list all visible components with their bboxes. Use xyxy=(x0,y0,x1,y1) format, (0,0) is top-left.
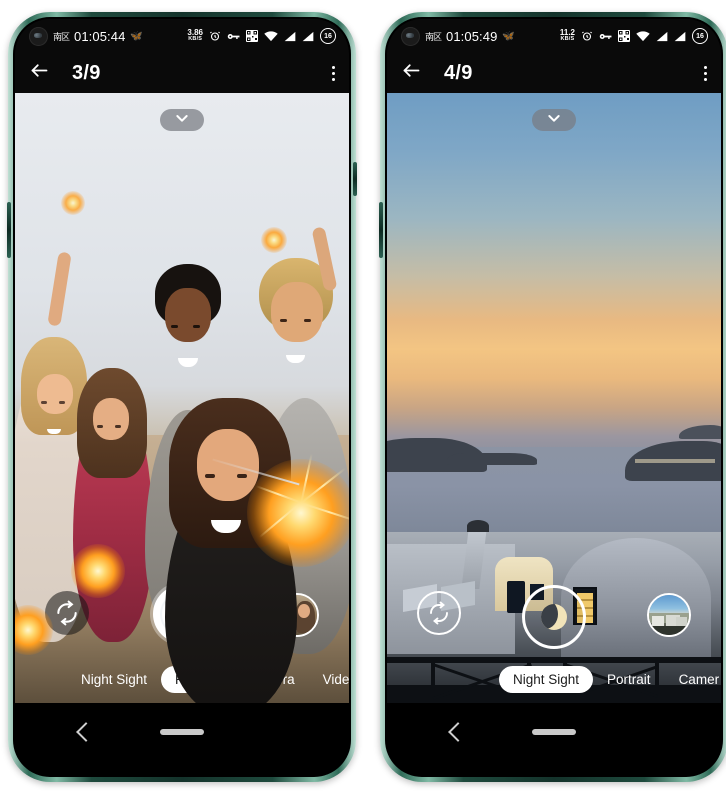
page-title: 3/9 xyxy=(72,61,101,84)
expand-chevron-button[interactable] xyxy=(532,109,576,131)
chevron-down-icon xyxy=(174,110,190,131)
phone-device-left: 南区 01:05:44 🦋 3.86 KB/S 16 3/9 Night Sig… xyxy=(7,12,357,782)
mode-night-sight[interactable]: Night Sight xyxy=(499,665,594,693)
front-camera-punch-hole xyxy=(401,26,420,46)
status-bar-icons-group: 3.86 KB/S 16 xyxy=(187,28,336,44)
mode-camera[interactable]: Camer xyxy=(665,666,721,693)
phone-bezel-right: 南区 01:05:49 🦋 11.2 KB/S 16 4/9 Night Sig… xyxy=(385,17,723,777)
signal-sim1-icon xyxy=(284,31,296,42)
bird-icon: 🦋 xyxy=(130,30,143,42)
home-pill-indicator[interactable] xyxy=(532,729,576,735)
qr-code-icon xyxy=(246,30,258,42)
app-bar-left: 3/9 xyxy=(15,53,349,93)
network-speed-indicator: 3.86 KB/S xyxy=(187,29,203,43)
volume-button-right[interactable] xyxy=(379,202,383,258)
back-arrow-icon[interactable] xyxy=(29,60,50,86)
home-pill-indicator[interactable] xyxy=(160,729,204,735)
vpn-key-icon xyxy=(599,31,612,42)
phone-bezel-left: 南区 01:05:44 🦋 3.86 KB/S 16 3/9 Night Sig… xyxy=(13,17,351,777)
app-bar-right: 4/9 xyxy=(387,53,721,93)
status-bar-clock: 01:05:49 xyxy=(446,28,498,44)
system-nav-bar-left xyxy=(15,703,349,775)
night-sight-moon-icon xyxy=(541,604,567,630)
status-bar-left: 南区 01:05:44 🦋 3.86 KB/S 16 xyxy=(15,19,349,53)
camera-viewfinder-left[interactable]: Night Sight Portrait Camera Video xyxy=(15,93,349,703)
camera-viewfinder-right[interactable]: Night Sight Portrait Camer xyxy=(387,93,721,703)
shutter-button[interactable] xyxy=(522,585,586,649)
signal-sim1-icon xyxy=(656,31,668,42)
mode-portrait[interactable]: Portrait xyxy=(593,666,665,693)
expand-chevron-button[interactable] xyxy=(160,109,204,131)
nav-back-icon[interactable] xyxy=(76,722,96,742)
battery-percent-badge: 16 xyxy=(692,28,708,44)
system-nav-bar-right xyxy=(387,703,721,775)
battery-percent-badge: 16 xyxy=(320,28,336,44)
status-bar-left-group-right: 南区 01:05:49 🦋 xyxy=(401,26,515,46)
network-speed-indicator: 11.2 KB/S xyxy=(560,29,575,43)
status-bar-left-group: 南区 01:05:44 🦋 xyxy=(29,26,143,46)
wifi-icon xyxy=(636,30,650,42)
network-speed-unit: KB/S xyxy=(560,36,575,43)
mode-night-sight[interactable]: Night Sight xyxy=(67,666,161,693)
language-indicator: 南区 xyxy=(425,31,442,42)
signal-sim2-icon xyxy=(302,31,314,42)
power-button-left[interactable] xyxy=(353,162,357,196)
phone-screen-left: 南区 01:05:44 🦋 3.86 KB/S 16 3/9 Night Sig… xyxy=(15,19,349,775)
chevron-down-icon xyxy=(546,110,562,131)
alarm-icon xyxy=(209,30,221,42)
nav-back-icon[interactable] xyxy=(448,722,468,742)
phone-device-right: 南区 01:05:49 🦋 11.2 KB/S 16 4/9 Night Sig… xyxy=(379,12,726,782)
status-bar-icons-group-right: 11.2 KB/S 16 xyxy=(560,28,708,44)
network-speed-unit: KB/S xyxy=(188,36,203,43)
alarm-icon xyxy=(581,30,593,42)
bird-icon: 🦋 xyxy=(502,30,515,42)
wifi-icon xyxy=(264,30,278,42)
vpn-key-icon xyxy=(227,31,240,42)
qr-code-icon xyxy=(618,30,630,42)
last-photo-thumbnail[interactable] xyxy=(647,593,691,637)
mode-video[interactable]: Video xyxy=(309,666,349,693)
back-arrow-icon[interactable] xyxy=(401,60,422,86)
more-options-icon[interactable] xyxy=(332,65,335,81)
page-title: 4/9 xyxy=(444,61,473,84)
status-bar-right: 南区 01:05:49 🦋 11.2 KB/S 16 xyxy=(387,19,721,53)
camera-flip-icon[interactable] xyxy=(417,591,461,635)
status-bar-clock: 01:05:44 xyxy=(74,28,126,44)
signal-sim2-icon xyxy=(674,31,686,42)
front-camera-punch-hole xyxy=(29,26,48,46)
camera-mode-selector-right[interactable]: Night Sight Portrait Camer xyxy=(387,663,721,695)
volume-button-left[interactable] xyxy=(7,202,11,258)
language-indicator: 南区 xyxy=(53,31,70,42)
camera-controls-right xyxy=(387,585,721,651)
more-options-icon[interactable] xyxy=(704,65,707,81)
phone-screen-right: 南区 01:05:49 🦋 11.2 KB/S 16 4/9 Night Sig… xyxy=(387,19,721,775)
